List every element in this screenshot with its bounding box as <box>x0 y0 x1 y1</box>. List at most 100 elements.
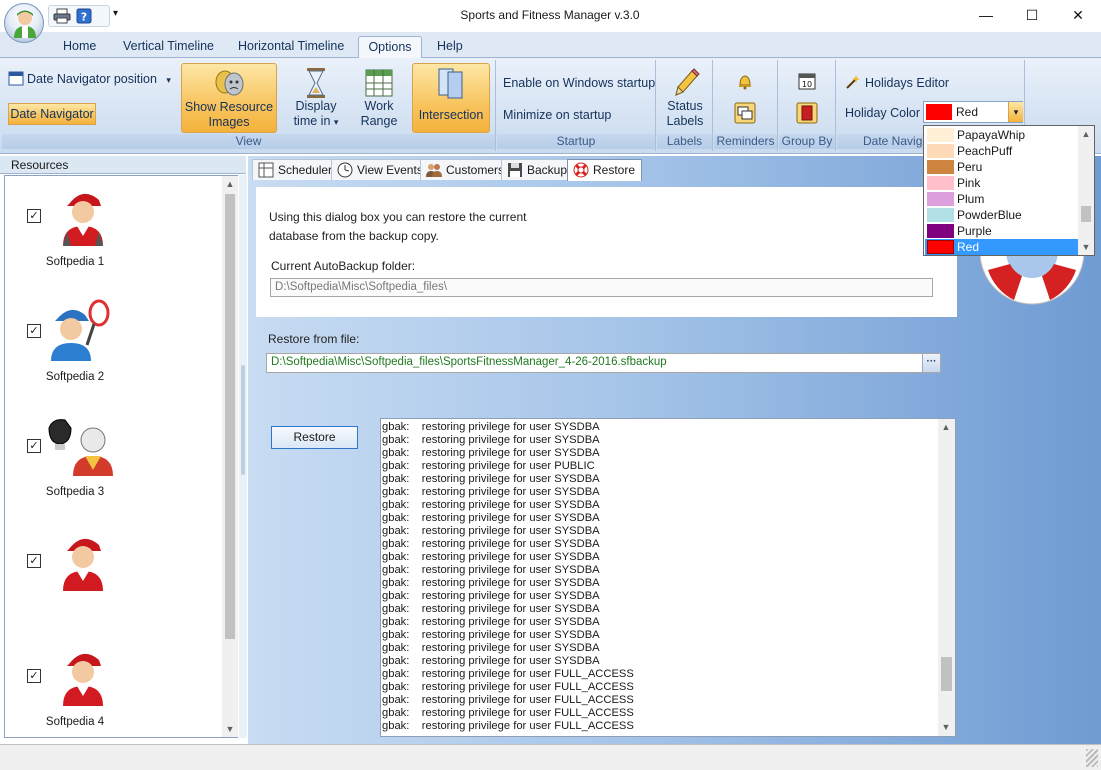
qat-dropdown-icon[interactable]: ▾ <box>113 8 118 19</box>
scrollbar-thumb[interactable] <box>225 194 235 639</box>
chevron-down-icon[interactable]: ▾ <box>1008 102 1023 122</box>
windows-overlap-icon[interactable] <box>734 102 756 124</box>
color-option-name: Red <box>957 240 980 254</box>
title-bar: ? ▾ Sports and Fitness Manager v.3.0 — ☐… <box>0 0 1101 32</box>
resource-checkbox[interactable]: ✓ <box>27 324 41 338</box>
color-option-name: PapayaWhip <box>957 128 1026 142</box>
scrollbar-thumb[interactable] <box>941 657 952 691</box>
tab-help[interactable]: Help <box>429 36 471 58</box>
resource-name: Softpedia 4 <box>45 716 105 728</box>
status-labels-button[interactable]: Status Labels <box>659 63 711 133</box>
app-menu-button[interactable] <box>4 3 44 43</box>
log-line: gbak: restoring privilege for user SYSDB… <box>382 434 600 446</box>
resource-checkbox[interactable]: ✓ <box>27 439 41 453</box>
holidays-editor-button[interactable]: Holidays Editor <box>845 74 949 94</box>
red-player-icon <box>53 529 113 593</box>
minimize-button[interactable]: — <box>963 0 1009 30</box>
close-button[interactable]: ✕ <box>1055 0 1101 30</box>
tab-options[interactable]: Options <box>358 36 422 58</box>
resources-scrollbar[interactable]: ▲ ▼ <box>222 176 238 737</box>
color-option-red[interactable]: Red <box>925 239 1078 255</box>
scroll-up-icon[interactable]: ▲ <box>1078 126 1094 142</box>
log-line: gbak: restoring privilege for user SYSDB… <box>382 421 600 433</box>
color-option-name: Plum <box>957 192 985 206</box>
splitter-grip[interactable] <box>241 365 245 475</box>
doc-tab-label: Backup <box>527 163 568 177</box>
browse-file-button[interactable]: ··· <box>922 354 940 372</box>
color-swatch <box>927 208 954 222</box>
resource-name: Softpedia 2 <box>45 371 105 383</box>
log-line: gbak: restoring privilege for user SYSDB… <box>382 538 600 550</box>
scroll-up-icon[interactable]: ▲ <box>222 176 238 192</box>
color-option-pink[interactable]: Pink <box>925 175 1078 191</box>
scroll-down-icon[interactable]: ▼ <box>938 719 954 735</box>
calendar-day-icon[interactable]: 10 <box>798 72 816 90</box>
selected-color-name: Red <box>956 105 979 119</box>
resource-item[interactable]: ✓ Softpedia 2 <box>5 291 220 406</box>
color-option-purple[interactable]: Purple <box>925 223 1078 239</box>
holiday-color-select[interactable]: Red ▾ <box>923 101 1023 123</box>
bell-icon[interactable] <box>736 72 754 90</box>
show-resource-images-button[interactable]: Show Resource Images <box>181 63 277 133</box>
doc-tab-restore[interactable]: Restore <box>567 159 643 181</box>
red-card-icon[interactable] <box>796 102 818 124</box>
restore-file-input[interactable]: D:\Softpedia\Misc\Softpedia_files\Sports… <box>266 353 941 373</box>
show-resource-images-label-2: Images <box>208 115 250 129</box>
floppy-icon <box>507 162 523 178</box>
color-option-plum[interactable]: Plum <box>925 191 1078 207</box>
resource-checkbox[interactable]: ✓ <box>27 669 41 683</box>
doc-tab-view-events[interactable]: View Events <box>331 159 430 180</box>
color-list-scrollbar[interactable]: ▲ ▼ <box>1078 126 1094 255</box>
scroll-down-icon[interactable]: ▼ <box>222 721 238 737</box>
help-icon[interactable]: ? <box>75 8 93 24</box>
log-line: gbak: restoring privilege for user PUBLI… <box>382 460 595 472</box>
doc-tab-scheduler[interactable]: Scheduler <box>252 159 340 180</box>
group-label-group-by: Group By <box>779 134 835 149</box>
color-option-peru[interactable]: Peru <box>925 159 1078 175</box>
scroll-up-icon[interactable]: ▲ <box>938 419 954 435</box>
restore-log[interactable]: gbak: restoring privilege for user SYSDB… <box>380 418 956 737</box>
resource-checkbox[interactable]: ✓ <box>27 554 41 568</box>
resource-item[interactable]: ✓ Softpedia 4 <box>5 636 220 751</box>
horizontal-scrollbar[interactable] <box>0 744 1101 770</box>
autobackup-folder-field: D:\Softpedia\Misc\Softpedia_files\ <box>270 278 933 297</box>
tab-horizontal-timeline[interactable]: Horizontal Timeline <box>230 36 352 58</box>
work-range-button[interactable]: Work Range <box>352 63 406 133</box>
scroll-down-icon[interactable]: ▼ <box>1078 239 1094 255</box>
log-line: gbak: restoring privilege for user SYSDB… <box>382 447 600 459</box>
minimize-on-startup-button[interactable]: Minimize on startup <box>503 108 611 123</box>
log-line: gbak: restoring privilege for user SYSDB… <box>382 590 600 602</box>
date-navigator-position-button[interactable]: Date Navigator position ▾ <box>8 70 171 90</box>
maximize-button[interactable]: ☐ <box>1009 0 1055 30</box>
intersection-button[interactable]: Intersection <box>412 63 490 133</box>
boxer-icon <box>43 414 119 478</box>
ribbon-group-labels: Status Labels Labels <box>657 60 713 151</box>
resource-checkbox[interactable]: ✓ <box>27 209 41 223</box>
enable-windows-startup-button[interactable]: Enable on Windows startup <box>503 76 655 91</box>
color-option-powderblue[interactable]: PowderBlue <box>925 207 1078 223</box>
scrollbar-thumb[interactable] <box>1081 206 1091 222</box>
resize-grip-icon[interactable] <box>1086 749 1098 767</box>
doc-tab-backup[interactable]: Backup <box>501 159 575 180</box>
tab-home[interactable]: Home <box>55 36 104 58</box>
resource-item[interactable]: ✓ Softpedia 1 <box>5 176 220 291</box>
color-option-peachpuff[interactable]: PeachPuff <box>925 143 1078 159</box>
display-time-in-button[interactable]: Display time in ▾ <box>288 63 344 133</box>
log-line: gbak: restoring privilege for user SYSDB… <box>382 642 600 654</box>
color-option-papayawhip[interactable]: PapayaWhip <box>925 127 1078 143</box>
log-line: gbak: restoring privilege for user SYSDB… <box>382 655 600 667</box>
restore-button[interactable]: Restore <box>271 426 358 449</box>
color-swatch <box>927 224 954 238</box>
color-option-name: Peru <box>957 160 983 174</box>
autobackup-folder-label: Current AutoBackup folder: <box>271 259 416 273</box>
doc-tab-customers[interactable]: Customers <box>420 159 512 180</box>
tab-vertical-timeline[interactable]: Vertical Timeline <box>115 36 222 58</box>
resource-item[interactable]: ✓ Softpedia 3 <box>5 406 220 521</box>
log-line: gbak: restoring privilege for user SYSDB… <box>382 486 600 498</box>
resource-item[interactable]: ✓ <box>5 521 220 636</box>
log-scrollbar[interactable]: ▲ ▼ <box>938 419 955 736</box>
holiday-color-list[interactable]: PapayaWhip PeachPuff Peru Pink Plum Powd… <box>923 125 1095 256</box>
print-icon[interactable] <box>53 8 71 24</box>
panel-splitter[interactable]: ‹ <box>239 175 247 738</box>
date-navigator-button[interactable]: Date Navigator <box>8 103 96 125</box>
